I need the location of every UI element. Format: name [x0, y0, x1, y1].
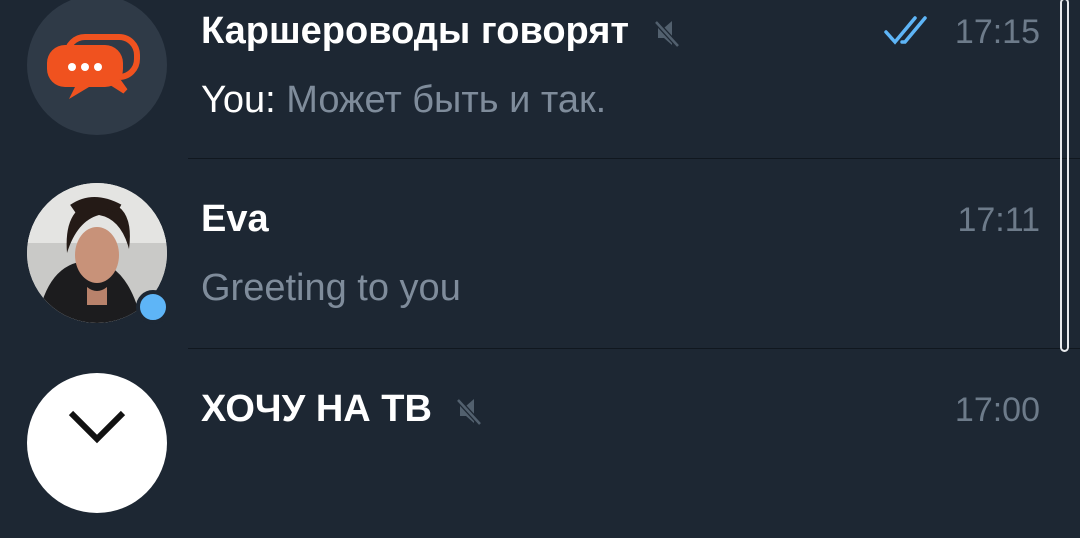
mute-icon [653, 20, 680, 48]
chat-bubbles-icon [47, 34, 140, 99]
chat-row-hochu-na-tv[interactable]: ХОЧУ НА ТВ 17:00 [0, 348, 1060, 538]
chat-title-text: Каршероводы говорят [201, 10, 630, 52]
message-text: Может быть и так. [286, 79, 607, 121]
message-preview: Greeting to you [201, 267, 461, 309]
avatar [27, 373, 167, 513]
online-indicator [136, 290, 170, 324]
chat-title: Eva [201, 198, 269, 240]
chat-time: 17:00 [954, 391, 1040, 429]
chat-title: Каршероводы говорят [201, 9, 680, 53]
message-preview: You: Может быть и так. [201, 78, 606, 122]
chat-row-kasherovody[interactable]: Каршероводы говорят 17:15 You: Может быт… [0, 0, 1060, 160]
group-avatar [27, 0, 167, 135]
chat-row-eva[interactable]: Eva 17:11 Greeting to you [0, 158, 1060, 348]
mute-icon [456, 398, 483, 426]
chat-time: 17:11 [957, 201, 1040, 239]
chat-title-text: ХОЧУ НА ТВ [201, 388, 432, 430]
chat-time: 17:15 [954, 13, 1040, 51]
x-logo-icon [68, 410, 126, 444]
sender-label: You: [201, 79, 276, 121]
scrollbar[interactable] [1060, 0, 1069, 352]
double-check-icon [884, 16, 927, 45]
chat-title: ХОЧУ НА ТВ [201, 387, 483, 431]
